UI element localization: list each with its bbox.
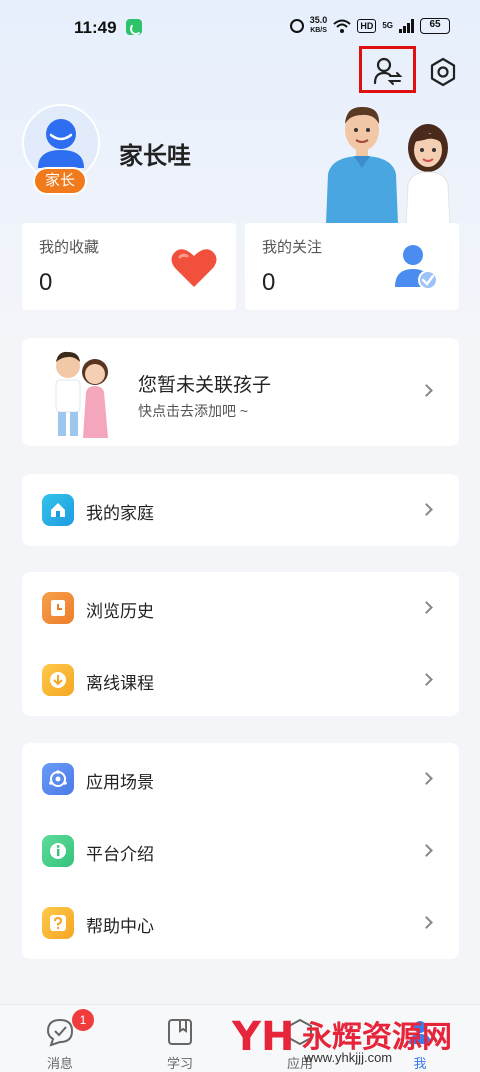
children-illustration (55, 351, 108, 438)
messages-badge: 1 (72, 1009, 94, 1031)
chevron-right-icon (420, 673, 433, 686)
menu-item-history[interactable]: 浏览历史 (22, 572, 459, 644)
menu-label-scenarios: 应用场景 (86, 773, 154, 792)
no-child-title: 您暂未关联孩子 (138, 375, 272, 396)
following-label: 我的关注 (262, 239, 323, 256)
scenario-icon (42, 763, 74, 795)
history-clock-icon (42, 592, 74, 624)
battery-level: 65 (420, 17, 450, 34)
chevron-right-icon (420, 601, 433, 614)
alarm-icon (289, 18, 304, 33)
menu-item-scenarios[interactable]: 应用场景 (22, 743, 459, 815)
net-speed-value: 35.0 (309, 15, 328, 25)
about-card: 应用场景 平台介绍 帮助中心 (22, 743, 459, 959)
bottom-nav: 1 消息 学习 应用 我 (0, 1004, 480, 1072)
settings-button[interactable] (428, 57, 458, 87)
heart-icon (171, 249, 217, 287)
menu-item-offline-courses[interactable]: 离线课程 (22, 644, 459, 716)
favorites-count: 0 (39, 269, 53, 296)
hexagon-gear-icon (430, 57, 456, 87)
tab-label-study: 学习 (166, 1056, 193, 1071)
info-icon (42, 835, 74, 867)
menu-item-help[interactable]: 帮助中心 (22, 887, 459, 959)
family-card: 我的家庭 (22, 474, 459, 546)
menu-label-platform: 平台介绍 (86, 845, 154, 864)
chevron-right-icon (420, 384, 433, 397)
learning-card: 浏览历史 离线课程 (22, 572, 459, 716)
menu-label-help: 帮助中心 (86, 917, 154, 936)
chevron-right-icon (420, 503, 433, 516)
menu-item-family[interactable]: 我的家庭 (22, 474, 459, 546)
chevron-right-icon (420, 772, 433, 785)
role-badge: 家长 (33, 167, 87, 195)
signal-label: 5G (382, 21, 393, 30)
tab-messages[interactable]: 1 消息 (0, 1005, 120, 1072)
favorites-label: 我的收藏 (39, 239, 100, 256)
signal-bars-icon (399, 18, 414, 33)
menu-label-offline: 离线课程 (86, 674, 154, 693)
phone-call-icon (126, 19, 142, 35)
tab-mine[interactable]: 我 (360, 1005, 480, 1072)
menu-item-platform[interactable]: 平台介绍 (22, 815, 459, 887)
net-speed-unit: KB/S (310, 27, 327, 34)
download-icon (42, 664, 74, 696)
person-check-icon (395, 245, 438, 290)
chat-bubble-icon (46, 1018, 74, 1047)
menu-label-family: 我的家庭 (86, 504, 154, 523)
chevron-right-icon (420, 916, 433, 929)
chevron-right-icon (420, 844, 433, 857)
person-switch-icon (373, 57, 403, 85)
user-tab-icon (409, 1021, 431, 1044)
apps-grid-icon (288, 1018, 312, 1046)
net-speed: 35.0 KB/S (310, 16, 328, 35)
home-icon (42, 494, 74, 526)
wifi-icon (333, 19, 351, 33)
hd-indicator: HD (357, 18, 377, 33)
tab-study[interactable]: 学习 (120, 1005, 240, 1072)
profile-name[interactable]: 家长哇 (119, 136, 191, 171)
status-time: 11:49 (74, 18, 117, 37)
tab-apps[interactable]: 应用 (240, 1005, 360, 1072)
following-card[interactable]: 我的关注 0 (245, 223, 459, 310)
tab-label-mine: 我 (413, 1056, 427, 1071)
favorites-card[interactable]: 我的收藏 0 (22, 223, 236, 310)
menu-label-history: 浏览历史 (86, 602, 154, 621)
tab-label-apps: 应用 (286, 1056, 313, 1071)
parents-illustration (326, 106, 451, 224)
following-count: 0 (262, 269, 276, 296)
tab-label-messages: 消息 (46, 1056, 73, 1071)
book-icon (168, 1019, 192, 1045)
switch-account-button[interactable] (359, 46, 416, 93)
link-child-card[interactable]: 您暂未关联孩子 快点击去添加吧 ~ (22, 338, 459, 446)
add-child-hint: 快点击去添加吧 ~ (138, 403, 249, 419)
help-question-icon (42, 907, 74, 939)
